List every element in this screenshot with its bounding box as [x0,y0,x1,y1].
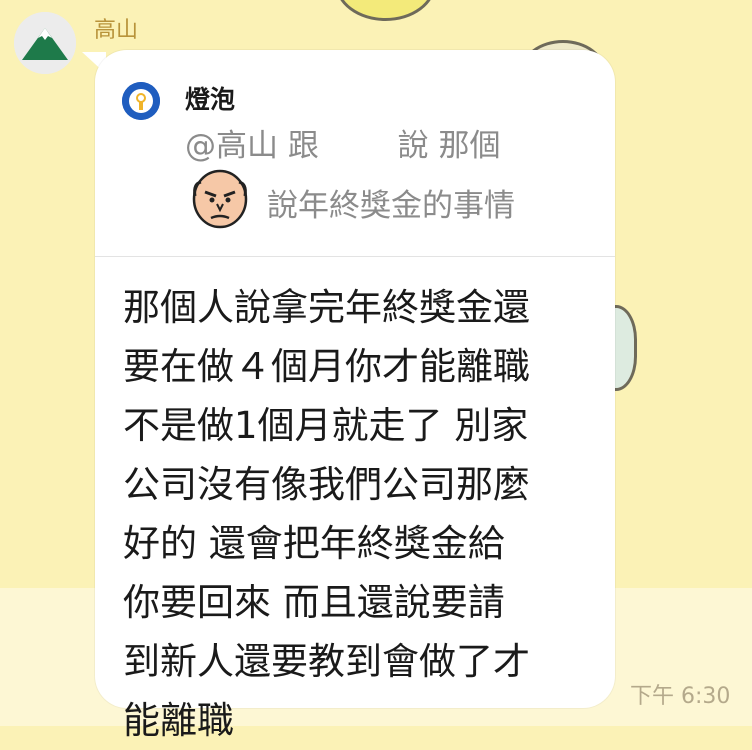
message-line: 不是做1個月就走了 別家 [123,404,529,447]
message-line: 那個人說拿完年終獎金還 [123,286,530,329]
sender-avatar[interactable] [14,12,76,74]
reply-preview-line: 說年終獎金的事情 [267,188,515,224]
mountain-avatar-icon [14,12,76,74]
reply-preview-line: @高山 跟 說 那個 [185,128,501,164]
divider [95,256,615,257]
sender-name: 高山 [94,18,139,43]
message-timestamp: 下午 6:30 [630,684,731,709]
angry-bald-face-sticker [187,164,253,230]
message-line: 好的 還會把年終獎金給 [123,522,505,565]
message-line: 到新人還要教到會做了才 [123,640,530,683]
message-bubble[interactable]: 燈泡 @高山 跟 說 那個 說年終獎金的事情 那個人說拿完年終獎金還 要在做４個… [95,50,615,742]
lightbulb-icon [122,82,160,120]
background-decoration [335,0,436,21]
message-line: 能離職 [123,699,234,742]
message-line: 你要回來 而且還說要請 [123,581,505,624]
message-line: 公司沒有像我們公司那麼 [123,463,530,506]
message-text: 那個人說拿完年終獎金還 要在做４個月你才能離職 不是做1個月就走了 別家 公司沒… [123,278,593,750]
message-line: 要在做４個月你才能離職 [123,345,530,388]
reply-preview-name: 燈泡 [185,85,236,114]
